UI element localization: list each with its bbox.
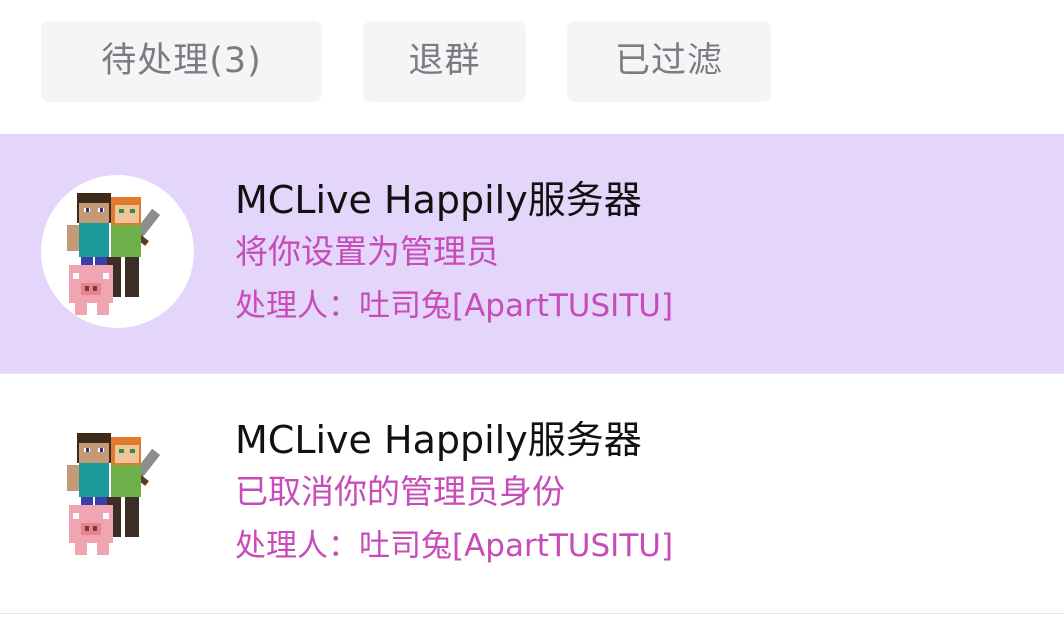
group-name: MCLive Happily服务器 xyxy=(235,178,642,222)
notification-text: MCLive Happily服务器 已取消你的管理员身份 处理人：吐司兔[Apa… xyxy=(235,414,1035,574)
notification-text: MCLive Happily服务器 将你设置为管理员 处理人：吐司兔[Apart… xyxy=(235,174,1035,334)
notification-action: 已取消你的管理员身份 xyxy=(235,472,565,511)
group-avatar[interactable] xyxy=(41,175,194,328)
filter-tab-bar: 待处理(3) 退群 已过滤 xyxy=(0,0,1064,134)
tab-pending[interactable]: 待处理(3) xyxy=(41,21,322,102)
tab-filtered[interactable]: 已过滤 xyxy=(567,21,771,102)
group-name: MCLive Happily服务器 xyxy=(235,418,642,462)
group-avatar[interactable] xyxy=(41,415,194,568)
notification-list: MCLive Happily服务器 将你设置为管理员 处理人：吐司兔[Apart… xyxy=(0,134,1064,614)
minecraft-characters-avatar-icon xyxy=(67,433,161,555)
notification-row[interactable]: MCLive Happily服务器 已取消你的管理员身份 处理人：吐司兔[Apa… xyxy=(0,374,1064,614)
handler-info: 处理人：吐司兔[ApartTUSITU] xyxy=(235,288,674,324)
notification-row[interactable]: MCLive Happily服务器 将你设置为管理员 处理人：吐司兔[Apart… xyxy=(0,134,1064,374)
notification-action: 将你设置为管理员 xyxy=(235,232,499,271)
tab-left-group[interactable]: 退群 xyxy=(363,21,526,102)
handler-info: 处理人：吐司兔[ApartTUSITU] xyxy=(235,528,674,564)
minecraft-characters-avatar-icon xyxy=(67,193,161,315)
